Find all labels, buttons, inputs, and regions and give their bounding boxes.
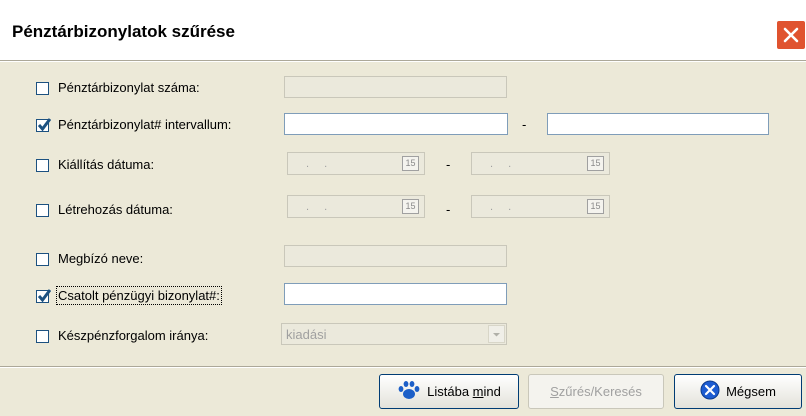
date-placeholder: . . xyxy=(306,158,334,170)
footer-separator-highlight xyxy=(0,367,806,368)
cancel-button[interactable]: Mégsem xyxy=(674,374,802,409)
dialog-title: Pénztárbizonylatok szűrése xyxy=(12,22,235,41)
title-bar: Pénztárbizonylatok szűrése xyxy=(0,0,806,60)
attached-receipt-input[interactable] xyxy=(284,283,507,305)
issue-date-to[interactable]: . . 15 xyxy=(471,152,610,175)
receipt-interval-to-input[interactable] xyxy=(547,113,769,135)
receipt-number-checkbox[interactable] xyxy=(36,82,49,95)
title-separator-highlight xyxy=(0,61,806,62)
checkmark-icon xyxy=(38,289,51,303)
receipt-interval-label: Pénztárbizonylat# intervallum: xyxy=(58,117,232,132)
close-icon xyxy=(783,27,799,43)
principal-name-label: Megbízó neve: xyxy=(58,251,144,266)
filter-search-button[interactable]: Szűrés/Keresés xyxy=(528,374,664,409)
cash-direction-value: kiadási xyxy=(286,327,327,342)
issue-date-from[interactable]: . . 15 xyxy=(287,152,425,175)
receipt-number-label: Pénztárbizonylat száma: xyxy=(58,80,200,95)
attached-receipt-label: Csatolt pénzügyi bizonylat#: xyxy=(56,286,222,305)
issue-date-separator: - xyxy=(446,157,451,172)
principal-name-input[interactable] xyxy=(284,245,507,267)
cash-direction-checkbox[interactable] xyxy=(36,330,49,343)
cancel-icon xyxy=(700,380,720,403)
receipt-interval-separator: - xyxy=(522,117,527,132)
checkmark-icon xyxy=(38,118,51,132)
close-button[interactable] xyxy=(776,20,806,50)
paw-icon xyxy=(397,379,421,404)
receipt-interval-checkbox[interactable] xyxy=(36,118,51,132)
filter-dialog: Pénztárbizonylatok szűrése Pénztárbizony… xyxy=(0,0,806,416)
attached-receipt-checkbox[interactable] xyxy=(36,289,51,303)
create-date-from[interactable]: . . 15 xyxy=(287,195,425,218)
create-date-to[interactable]: . . 15 xyxy=(471,195,610,218)
cash-direction-label: Készpénzforgalom iránya: xyxy=(58,328,209,343)
calendar-icon[interactable]: 15 xyxy=(402,199,419,214)
dropdown-arrow[interactable] xyxy=(488,325,505,343)
cancel-label: Mégsem xyxy=(726,384,776,399)
create-date-separator: - xyxy=(446,202,451,217)
list-all-button[interactable]: Listába mind xyxy=(379,374,519,409)
create-date-checkbox[interactable] xyxy=(36,204,49,217)
create-date-label: Létrehozás dátuma: xyxy=(58,202,173,217)
date-placeholder: . . xyxy=(490,201,518,213)
filter-search-label: Szűrés/Keresés xyxy=(550,384,642,399)
receipt-interval-from-input[interactable] xyxy=(284,113,508,135)
date-placeholder: . . xyxy=(306,201,334,213)
calendar-icon[interactable]: 15 xyxy=(587,156,604,171)
calendar-icon[interactable]: 15 xyxy=(402,156,419,171)
chevron-down-icon xyxy=(493,333,500,337)
date-placeholder: . . xyxy=(490,158,518,170)
calendar-icon[interactable]: 15 xyxy=(587,199,604,214)
receipt-number-input[interactable] xyxy=(284,76,507,98)
cash-direction-select[interactable]: kiadási xyxy=(281,323,507,345)
principal-name-checkbox[interactable] xyxy=(36,253,49,266)
issue-date-checkbox[interactable] xyxy=(36,159,49,172)
list-all-label: Listába mind xyxy=(427,384,501,399)
issue-date-label: Kiállítás dátuma: xyxy=(58,157,155,172)
